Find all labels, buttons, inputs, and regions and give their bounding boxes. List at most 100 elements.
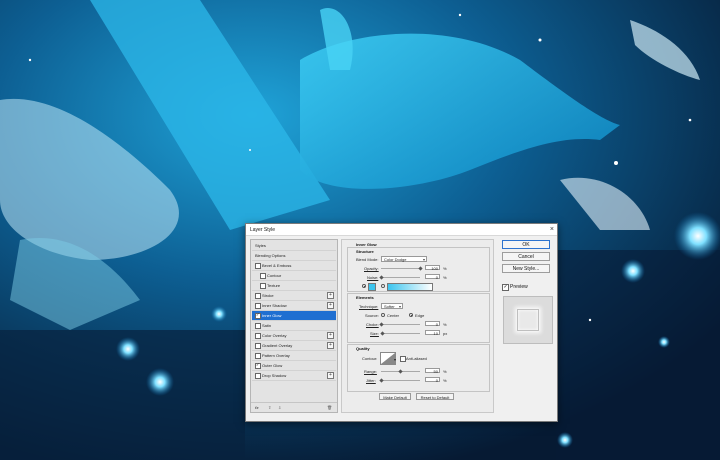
checkbox[interactable] xyxy=(255,263,261,269)
jitter-unit: % xyxy=(443,378,447,383)
range-value: 50 xyxy=(433,369,438,374)
noise-input[interactable]: 0 xyxy=(425,274,440,280)
sidebar-item-satin[interactable]: Satin xyxy=(252,321,336,331)
size-slider[interactable] xyxy=(381,333,420,334)
solid-color-radio[interactable] xyxy=(362,284,366,288)
close-icon[interactable]: × xyxy=(550,225,554,234)
trash-icon[interactable]: 🗑 xyxy=(327,405,332,410)
reset-to-default-button[interactable]: Reset to Default xyxy=(416,393,454,400)
choke-input[interactable]: 0 xyxy=(425,321,440,327)
plus-icon[interactable]: + xyxy=(327,302,334,309)
sidebar-item-blending-options[interactable]: Blending Options xyxy=(252,251,336,261)
size-slider-handle[interactable] xyxy=(380,331,385,336)
checkbox[interactable] xyxy=(255,312,261,319)
checkbox[interactable] xyxy=(255,293,261,299)
technique-value: Softer xyxy=(384,304,395,309)
glow-color-swatch[interactable] xyxy=(368,283,376,291)
sidebar-item-label: Gradient Overlay xyxy=(262,343,293,348)
sidebar-item-label: Satin xyxy=(262,323,272,328)
sidebar-item-texture[interactable]: Texture xyxy=(252,281,336,291)
jitter-slider-handle[interactable] xyxy=(378,378,384,383)
contour-label: Contour: xyxy=(362,356,378,361)
preview-checkbox[interactable] xyxy=(502,284,509,291)
source-label: Source: xyxy=(365,313,379,318)
plus-icon[interactable]: + xyxy=(327,372,334,379)
opacity-slider-handle[interactable] xyxy=(417,266,423,271)
size-input[interactable]: 10 xyxy=(425,330,440,336)
checkbox[interactable] xyxy=(255,353,261,359)
choke-unit: % xyxy=(443,322,447,327)
checkbox[interactable] xyxy=(255,333,261,339)
choke-slider[interactable] xyxy=(381,324,420,325)
cancel-button[interactable]: Cancel xyxy=(502,252,550,261)
checkbox[interactable] xyxy=(260,283,266,289)
checkbox[interactable] xyxy=(255,373,261,379)
glow-gradient-picker[interactable] xyxy=(387,283,433,291)
sidebar-item-color-overlay[interactable]: Color Overlay + xyxy=(252,331,336,341)
sidebar-item-outer-glow[interactable]: Outer Glow xyxy=(252,361,336,371)
plus-icon[interactable]: + xyxy=(327,342,334,349)
technique-label: Technique: xyxy=(359,304,379,309)
gradient-radio[interactable] xyxy=(381,284,385,288)
noise-slider[interactable] xyxy=(381,277,420,278)
sidebar-item-gradient-overlay[interactable]: Gradient Overlay + xyxy=(252,341,336,351)
sidebar-item-label: Blending Options xyxy=(255,253,286,258)
blend-mode-value: Color Dodge xyxy=(384,257,407,262)
ok-button[interactable]: OK xyxy=(502,240,550,249)
structure-title: Structure xyxy=(356,249,374,254)
blend-mode-select[interactable]: Color Dodge xyxy=(381,256,427,263)
sidebar-item-pattern-overlay[interactable]: Pattern Overlay xyxy=(252,351,336,361)
source-center-radio[interactable] xyxy=(381,313,385,317)
noise-slider-handle[interactable] xyxy=(378,275,384,280)
choke-slider-handle[interactable] xyxy=(378,322,384,327)
sidebar-item-inner-glow[interactable]: Inner Glow xyxy=(252,311,336,321)
contour-dropdown-icon[interactable]: ▾ xyxy=(394,357,396,362)
checkbox[interactable] xyxy=(255,362,261,369)
layer-style-dialog: Layer Style × Styles Blending Options Be… xyxy=(245,223,558,422)
opacity-slider[interactable] xyxy=(381,268,420,269)
sidebar-item-label: Stroke xyxy=(262,293,274,298)
anti-aliased-label: Anti-aliased xyxy=(406,356,427,361)
sidebar-item-label: Outer Glow xyxy=(262,363,283,368)
range-slider-handle[interactable] xyxy=(398,369,403,374)
new-style-button[interactable]: New Style... xyxy=(502,264,550,273)
move-up-icon[interactable]: ⇧ xyxy=(268,405,271,410)
jitter-input[interactable]: 0 xyxy=(425,377,440,383)
sidebar-item-bevel-emboss[interactable]: Bevel & Emboss xyxy=(252,261,336,271)
opacity-value: 100 xyxy=(431,266,438,271)
fx-icon[interactable]: fx xyxy=(255,405,259,410)
sidebar-item-contour[interactable]: Contour xyxy=(252,271,336,281)
checkbox[interactable] xyxy=(255,323,261,329)
plus-icon[interactable]: + xyxy=(327,292,334,299)
size-unit: px xyxy=(443,331,448,336)
opacity-label: Opacity: xyxy=(364,266,379,271)
sidebar-item-label: Color Overlay xyxy=(262,333,287,338)
source-edge-radio[interactable] xyxy=(409,313,413,317)
styles-header[interactable]: Styles xyxy=(252,241,336,251)
sidebar-item-inner-shadow[interactable]: Inner Shadow + xyxy=(252,301,336,311)
checkbox[interactable] xyxy=(255,343,261,349)
source-edge-label: Edge xyxy=(415,313,425,318)
opacity-input[interactable]: 100 xyxy=(425,265,440,271)
jitter-slider[interactable] xyxy=(381,380,420,381)
structure-group: Structure Blend Mode: Color Dodge Opacit… xyxy=(347,247,490,292)
quality-group: Quality Contour: ▾ Anti-aliased Range: 5… xyxy=(347,344,490,392)
styles-footer: fx ⇧ ⇩ 🗑 xyxy=(251,402,337,412)
range-input[interactable]: 50 xyxy=(425,368,440,374)
preview-label: Preview xyxy=(510,284,528,290)
sidebar-item-drop-shadow[interactable]: Drop Shadow + xyxy=(252,371,336,381)
plus-icon[interactable]: + xyxy=(327,332,334,339)
technique-select[interactable]: Softer xyxy=(381,303,403,310)
dialog-titlebar[interactable]: Layer Style × xyxy=(246,224,557,236)
make-default-button[interactable]: Make Default xyxy=(379,393,411,400)
checkbox[interactable] xyxy=(255,303,261,309)
checkbox[interactable] xyxy=(260,273,266,279)
move-down-icon[interactable]: ⇩ xyxy=(278,405,281,410)
sidebar-item-label: Inner Shadow xyxy=(262,303,287,308)
blend-mode-label: Blend Mode: xyxy=(356,257,379,262)
elements-title: Elements xyxy=(356,295,374,300)
sidebar-item-stroke[interactable]: Stroke + xyxy=(252,291,336,301)
sidebar-item-label: Drop Shadow xyxy=(262,373,287,378)
noise-label: Noise: xyxy=(367,275,379,280)
inner-glow-panel: Inner Glow Structure Blend Mode: Color D… xyxy=(341,239,494,413)
